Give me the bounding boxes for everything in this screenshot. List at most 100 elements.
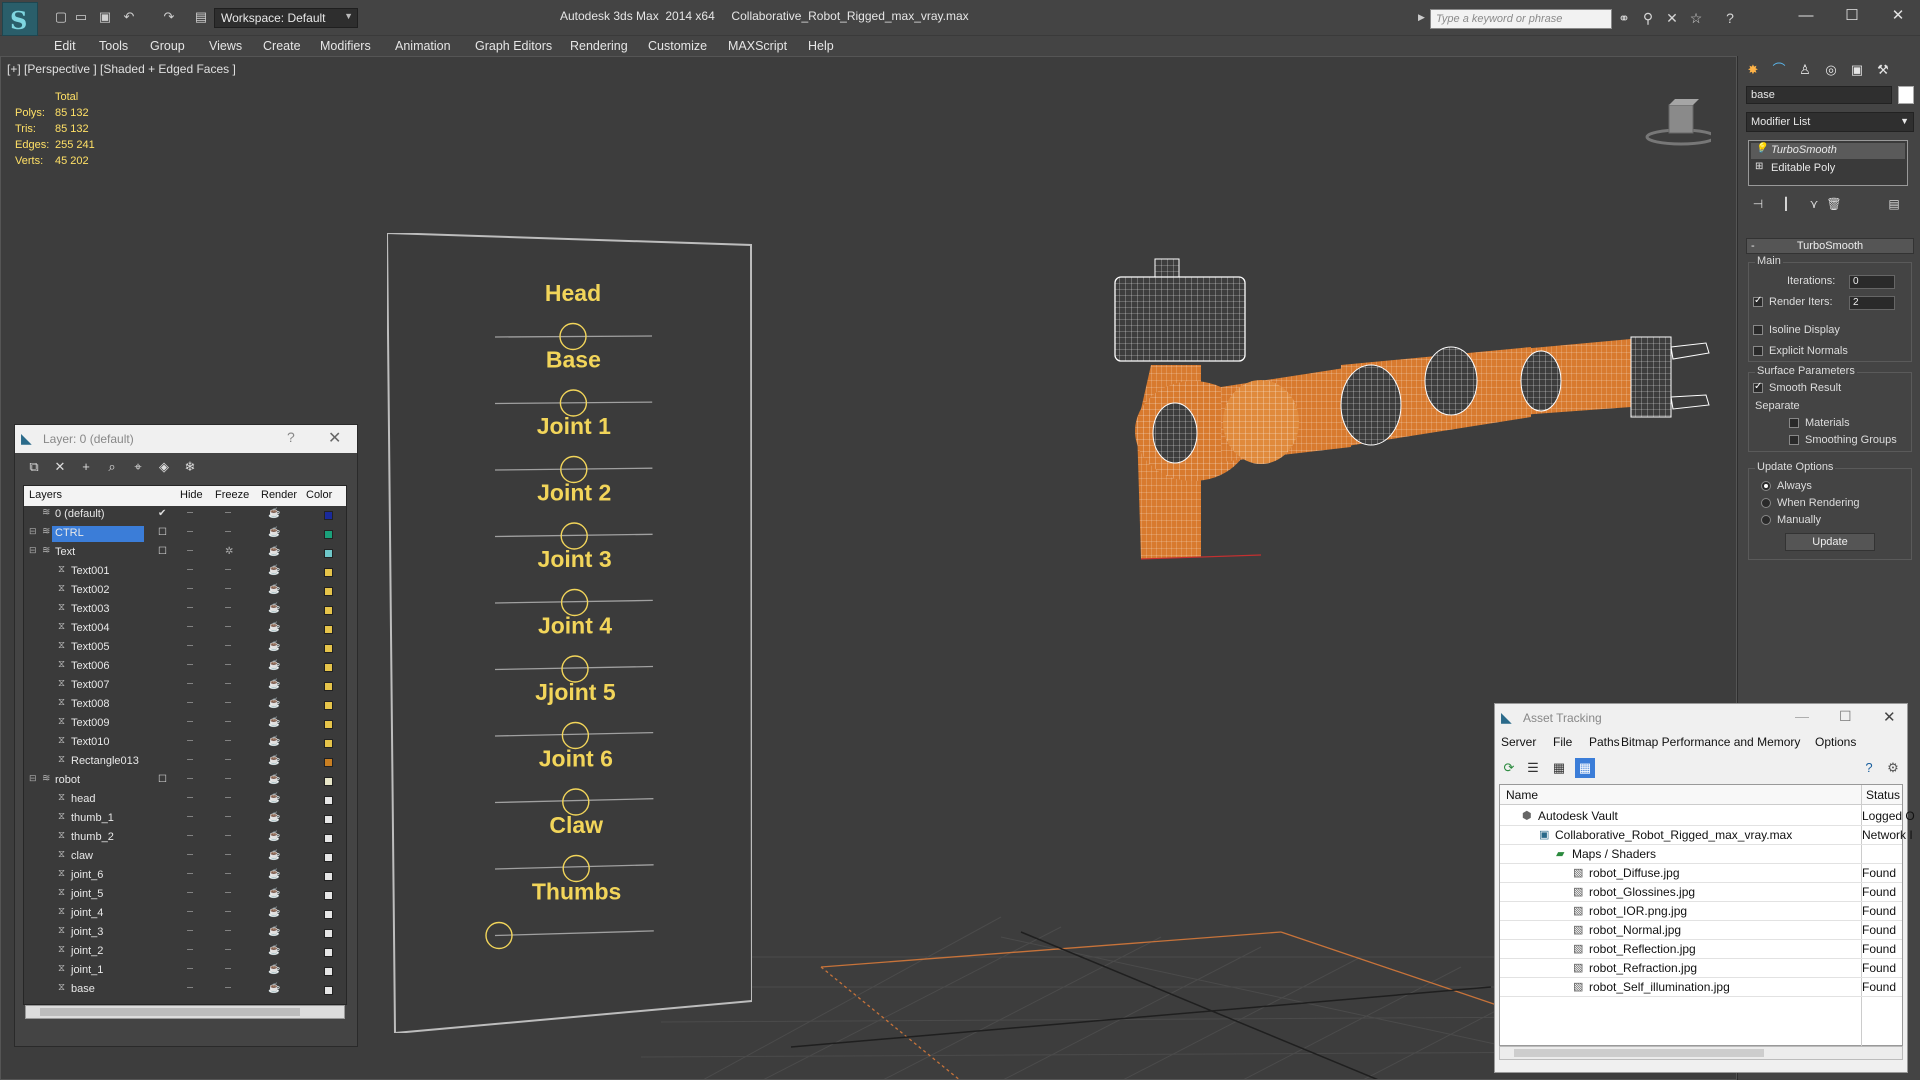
- layer-row[interactable]: ⊟ ≋ robot ☐ ┄ ┄ ☕: [24, 772, 346, 791]
- workspace-select[interactable]: Workspace: Default ▼: [214, 8, 358, 28]
- color-swatch[interactable]: [324, 929, 333, 938]
- freeze-toggle[interactable]: ┄: [225, 736, 231, 747]
- add-to-layer-icon[interactable]: +: [77, 458, 95, 476]
- hide-toggle[interactable]: ┄: [187, 869, 193, 880]
- set-current-checkbox[interactable]: ☐: [158, 774, 167, 785]
- isoline-display-checkbox[interactable]: [1753, 325, 1763, 335]
- asset-row[interactable]: ▧ robot_Reflection.jpg Found: [1500, 940, 1902, 959]
- layer-name[interactable]: Text003: [68, 602, 113, 618]
- menu-maxscript[interactable]: MAXScript: [728, 39, 787, 53]
- color-swatch[interactable]: [324, 967, 333, 976]
- layer-row[interactable]: ⧖ head ┄ ┄ ☕: [24, 791, 346, 810]
- maximize-button[interactable]: ☐: [1839, 708, 1852, 725]
- collapse-icon[interactable]: ⊟: [29, 526, 39, 536]
- render-teapot-icon[interactable]: ☕: [268, 869, 280, 880]
- layer-row[interactable]: ⊟ ≋ Text ☐ ┄ ✲ ☕: [24, 544, 346, 563]
- layer-row[interactable]: ⧖ thumb_2 ┄ ┄ ☕: [24, 829, 346, 848]
- freeze-toggle[interactable]: ┄: [225, 679, 231, 690]
- iterations-spinner[interactable]: 0: [1849, 275, 1895, 289]
- freeze-toggle[interactable]: ┄: [225, 527, 231, 538]
- col-hide[interactable]: Hide: [180, 489, 203, 501]
- render-teapot-icon[interactable]: ☕: [268, 945, 280, 956]
- color-swatch[interactable]: [324, 644, 333, 653]
- color-swatch[interactable]: [324, 910, 333, 919]
- binoculars-icon[interactable]: ⚭: [1614, 9, 1634, 27]
- layer-row[interactable]: ⧖ joint_1 ┄ ┄ ☕: [24, 962, 346, 981]
- layer-name[interactable]: head: [68, 792, 98, 808]
- freeze-toggle[interactable]: ┄: [225, 869, 231, 880]
- close-button[interactable]: ✕: [1878, 4, 1918, 28]
- color-swatch[interactable]: [324, 872, 333, 881]
- set-current-checkbox[interactable]: ☐: [158, 546, 167, 557]
- freeze-toggle[interactable]: ┄: [225, 831, 231, 842]
- layer-name[interactable]: thumb_1: [68, 811, 117, 827]
- layer-row[interactable]: ≋ 0 (default) ✔ ┄ ┄ ☕: [24, 506, 346, 525]
- layer-row[interactable]: ⧖ Text010 ┄ ┄ ☕: [24, 734, 346, 753]
- object-name-field[interactable]: base: [1746, 86, 1892, 104]
- hide-toggle[interactable]: ┄: [187, 945, 193, 956]
- freeze-all-icon[interactable]: ❄: [181, 458, 199, 476]
- asset-horizontal-scrollbar[interactable]: [1499, 1046, 1903, 1060]
- layer-name[interactable]: joint_6: [68, 868, 106, 884]
- layer-name[interactable]: Text002: [68, 583, 113, 599]
- layer-name[interactable]: Text010: [68, 735, 113, 751]
- freeze-icon[interactable]: ✲: [225, 546, 233, 557]
- render-iters-checkbox[interactable]: [1753, 295, 1763, 307]
- scrollbar-thumb[interactable]: [1514, 1049, 1764, 1057]
- freeze-toggle[interactable]: ┄: [225, 964, 231, 975]
- col-render[interactable]: Render: [261, 489, 297, 501]
- color-swatch[interactable]: [324, 815, 333, 824]
- freeze-toggle[interactable]: ┄: [225, 698, 231, 709]
- asset-row[interactable]: ▧ robot_Diffuse.jpg Found: [1500, 864, 1902, 883]
- search-input[interactable]: Type a keyword or phrase: [1430, 9, 1612, 29]
- thumbnail-view-icon[interactable]: ▦: [1549, 758, 1569, 778]
- hide-toggle[interactable]: ┄: [187, 983, 193, 994]
- menu-views[interactable]: Views: [209, 39, 242, 53]
- layer-name[interactable]: Text008: [68, 697, 113, 713]
- color-swatch[interactable]: [324, 834, 333, 843]
- menu-rendering[interactable]: Rendering: [570, 39, 628, 53]
- layer-name[interactable]: Text006: [68, 659, 113, 675]
- menu-animation[interactable]: Animation: [395, 39, 451, 53]
- robot-arm-model[interactable]: [1101, 247, 1721, 587]
- redo-icon[interactable]: ↷: [160, 9, 178, 25]
- hide-toggle[interactable]: ┄: [187, 831, 193, 842]
- layer-row[interactable]: ⧖ Text005 ┄ ┄ ☕: [24, 639, 346, 658]
- lightbulb-icon[interactable]: 💡: [1755, 143, 1767, 154]
- open-file-icon[interactable]: ▭: [72, 9, 90, 25]
- hierarchy-tab-icon[interactable]: ♙: [1794, 60, 1816, 80]
- menu-modifiers[interactable]: Modifiers: [320, 39, 371, 53]
- asset-row[interactable]: ▧ robot_Refraction.jpg Found: [1500, 959, 1902, 978]
- layer-name[interactable]: robot: [52, 773, 83, 789]
- layer-row[interactable]: ⧖ Text006 ┄ ┄ ☕: [24, 658, 346, 677]
- freeze-toggle[interactable]: ┄: [225, 907, 231, 918]
- smoothing-groups-checkbox[interactable]: [1789, 435, 1799, 445]
- refresh-icon[interactable]: ⟳: [1499, 758, 1519, 778]
- app-logo[interactable]: S: [2, 2, 38, 36]
- minimize-button[interactable]: —: [1795, 708, 1809, 724]
- minimize-button[interactable]: —: [1786, 4, 1826, 28]
- freeze-toggle[interactable]: ┄: [225, 565, 231, 576]
- color-swatch[interactable]: [324, 853, 333, 862]
- asset-tracking-titlebar[interactable]: ◣ Asset Tracking — ☐ ✕: [1495, 704, 1907, 732]
- render-teapot-icon[interactable]: ☕: [268, 831, 280, 842]
- render-teapot-icon[interactable]: ☕: [268, 888, 280, 899]
- layer-name[interactable]: Text009: [68, 716, 113, 732]
- layer-name[interactable]: Text007: [68, 678, 113, 694]
- layer-explorer-titlebar[interactable]: ◣ Layer: 0 (default) ? ✕: [15, 425, 357, 453]
- freeze-toggle[interactable]: ┄: [225, 603, 231, 614]
- render-teapot-icon[interactable]: ☕: [268, 926, 280, 937]
- hide-toggle[interactable]: ┄: [187, 622, 193, 633]
- render-teapot-icon[interactable]: ☕: [268, 660, 280, 671]
- freeze-toggle[interactable]: ┄: [225, 850, 231, 861]
- hide-toggle[interactable]: ┄: [187, 850, 193, 861]
- color-swatch[interactable]: [324, 511, 333, 520]
- render-teapot-icon[interactable]: ☕: [268, 850, 280, 861]
- color-swatch[interactable]: [324, 587, 333, 596]
- col-color[interactable]: Color: [306, 489, 332, 501]
- select-objects-icon[interactable]: ⌕: [103, 458, 121, 476]
- render-teapot-icon[interactable]: ☕: [268, 755, 280, 766]
- layer-row[interactable]: ⧖ joint_5 ┄ ┄ ☕: [24, 886, 346, 905]
- freeze-toggle[interactable]: ┄: [225, 717, 231, 728]
- hide-toggle[interactable]: ┄: [187, 584, 193, 595]
